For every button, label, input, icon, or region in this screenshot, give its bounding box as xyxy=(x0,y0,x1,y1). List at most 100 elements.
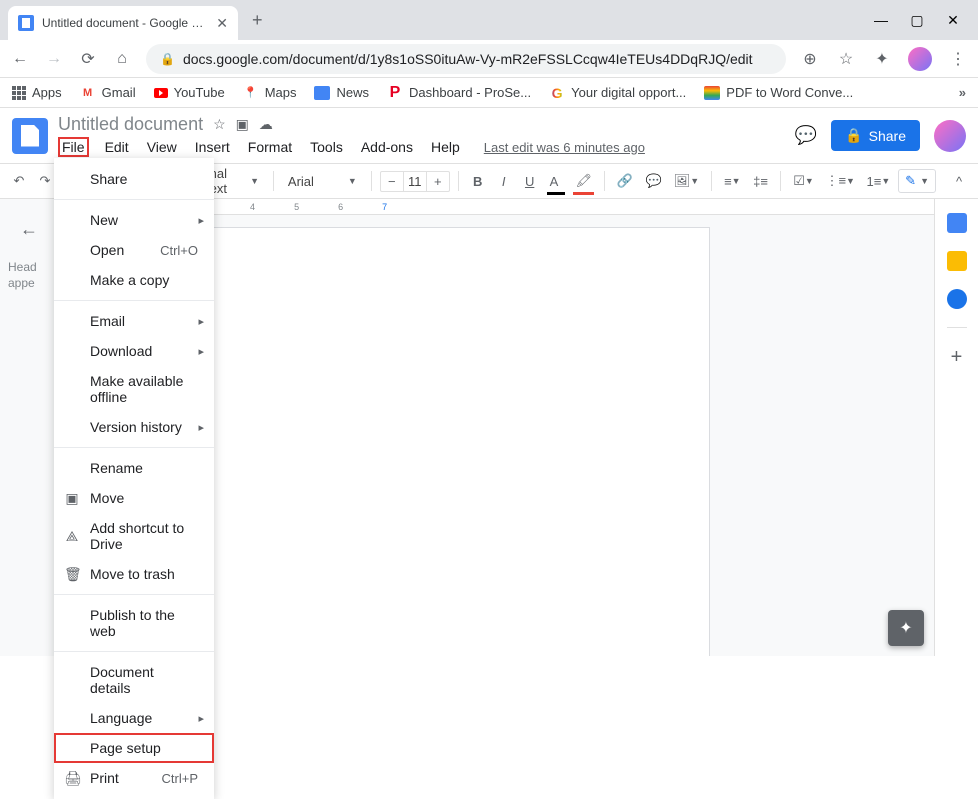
keep-icon[interactable] xyxy=(947,251,967,271)
tab-close-icon[interactable]: ✕ xyxy=(216,15,228,32)
home-button[interactable]: ⌂ xyxy=(112,50,132,68)
outline-collapse-icon[interactable]: ← xyxy=(20,219,57,240)
bookmark-label: Apps xyxy=(32,85,62,100)
bookmark-gmail[interactable]: M Gmail xyxy=(80,85,136,101)
bookmarks-bar: Apps M Gmail YouTube 📍 Maps News P Dashb… xyxy=(0,78,978,108)
menu-item-new[interactable]: New xyxy=(54,205,214,235)
undo-button[interactable]: ↶ xyxy=(8,169,30,193)
highlight-button[interactable]: 🖍 xyxy=(571,169,596,193)
menu-help[interactable]: Help xyxy=(429,137,462,157)
menu-item-page-setup[interactable]: Page setup xyxy=(54,733,214,763)
google-news-icon xyxy=(314,86,330,100)
bookmark-star-icon[interactable]: ☆ xyxy=(836,49,856,69)
zoom-icon[interactable]: ⊕ xyxy=(800,49,820,69)
share-label: Share xyxy=(869,128,906,144)
bookmark-youtube[interactable]: YouTube xyxy=(154,85,225,100)
menu-item-document-details[interactable]: Document details xyxy=(54,657,214,703)
document-title[interactable]: Untitled document xyxy=(58,114,203,135)
underline-button[interactable]: U xyxy=(519,170,541,193)
font-size-decrease[interactable]: − xyxy=(381,172,403,191)
insert-link-button[interactable]: 🔗 xyxy=(613,169,638,193)
menu-item-offline[interactable]: Make available offline xyxy=(54,366,214,412)
browser-tab[interactable]: Untitled document - Google Doc ✕ xyxy=(8,6,238,40)
forward-button: → xyxy=(44,50,64,68)
bookmark-digital[interactable]: G Your digital opport... xyxy=(549,85,686,101)
checklist-button[interactable]: ☑▼ xyxy=(789,169,818,193)
collapse-toolbar-icon[interactable]: ^ xyxy=(948,170,970,193)
star-icon[interactable]: ☆ xyxy=(213,116,226,133)
minimize-button[interactable]: — xyxy=(874,12,888,29)
bookmark-dashboard[interactable]: P Dashboard - ProSe... xyxy=(387,85,531,101)
menu-edit[interactable]: Edit xyxy=(103,137,131,157)
docs-logo-icon[interactable] xyxy=(12,118,48,154)
add-addon-icon[interactable]: + xyxy=(951,346,963,369)
lock-icon: 🔒 xyxy=(845,127,862,144)
reload-button[interactable]: ⟳ xyxy=(78,49,98,69)
bookmark-label: YouTube xyxy=(174,85,225,100)
comments-icon[interactable]: 💬 xyxy=(795,125,817,146)
menu-format[interactable]: Format xyxy=(246,137,294,157)
back-button[interactable]: ← xyxy=(10,50,30,68)
menu-item-share[interactable]: Share xyxy=(54,164,214,194)
address-bar[interactable]: 🔒 docs.google.com/document/d/1y8s1oSS0it… xyxy=(146,44,786,74)
move-to-folder-icon[interactable]: ▣ xyxy=(236,116,249,133)
bookmark-pdf[interactable]: PDF to Word Conve... xyxy=(704,85,853,100)
menu-tools[interactable]: Tools xyxy=(308,137,345,157)
menu-item-print[interactable]: 🖨PrintCtrl+P xyxy=(54,763,214,793)
menu-item-rename[interactable]: Rename xyxy=(54,453,214,483)
text-color-button[interactable]: A xyxy=(545,170,567,193)
browser-menu-icon[interactable]: ⋮ xyxy=(948,49,968,69)
browser-toolbar: ← → ⟳ ⌂ 🔒 docs.google.com/document/d/1y8… xyxy=(0,40,978,78)
menu-item-download[interactable]: Download xyxy=(54,336,214,366)
insert-image-button[interactable]: 🖼▼ xyxy=(670,169,703,193)
numbered-list-button[interactable]: 1≡▼ xyxy=(863,170,895,193)
font-size-increase[interactable]: + xyxy=(427,172,449,191)
menu-addons[interactable]: Add-ons xyxy=(359,137,415,157)
menu-view[interactable]: View xyxy=(145,137,179,157)
menu-item-language[interactable]: Language xyxy=(54,703,214,733)
pencil-icon: ✎ xyxy=(905,173,916,189)
account-avatar-icon[interactable] xyxy=(934,120,966,152)
bookmark-label: Dashboard - ProSe... xyxy=(409,85,531,100)
folder-move-icon: ▣ xyxy=(64,490,80,507)
calendar-icon[interactable] xyxy=(947,213,967,233)
bulleted-list-button[interactable]: ⋮≡▼ xyxy=(822,169,859,193)
menu-item-make-copy[interactable]: Make a copy xyxy=(54,265,214,295)
bookmarks-overflow-icon[interactable]: » xyxy=(959,85,966,100)
explore-button[interactable]: ✦ xyxy=(888,610,924,646)
menu-item-move[interactable]: ▣Move xyxy=(54,483,214,513)
menu-file[interactable]: File xyxy=(58,137,89,157)
bookmark-news[interactable]: News xyxy=(314,85,369,100)
print-icon: 🖨 xyxy=(64,770,80,787)
menu-item-open[interactable]: OpenCtrl+O xyxy=(54,235,214,265)
last-edit-link[interactable]: Last edit was 6 minutes ago xyxy=(484,140,645,155)
profile-avatar-icon[interactable] xyxy=(908,47,932,71)
menu-insert[interactable]: Insert xyxy=(193,137,232,157)
menu-item-version-history[interactable]: Version history xyxy=(54,412,214,442)
cloud-status-icon[interactable]: ☁ xyxy=(259,116,273,133)
share-button[interactable]: 🔒 Share xyxy=(831,120,920,151)
bookmark-apps[interactable]: Apps xyxy=(12,85,62,100)
menu-item-publish[interactable]: Publish to the web xyxy=(54,600,214,646)
align-button[interactable]: ≡▼ xyxy=(720,170,745,193)
browser-tab-strip: Untitled document - Google Doc ✕ + — ▢ ✕ xyxy=(0,0,978,40)
redo-button[interactable]: ↷ xyxy=(34,169,56,193)
insert-comment-button[interactable]: 💬 xyxy=(641,169,666,193)
line-spacing-button[interactable]: ‡≡ xyxy=(749,170,772,193)
maximize-button[interactable]: ▢ xyxy=(910,12,924,29)
italic-button[interactable]: I xyxy=(493,170,515,193)
bold-button[interactable]: B xyxy=(467,170,489,193)
side-panel: + xyxy=(934,199,978,656)
extensions-icon[interactable]: ✦ xyxy=(872,49,892,69)
url-text: docs.google.com/document/d/1y8s1oSS0ituA… xyxy=(183,51,753,67)
editing-mode-button[interactable]: ✎ ▼ xyxy=(898,169,936,193)
close-window-button[interactable]: ✕ xyxy=(946,12,960,29)
menu-item-add-shortcut[interactable]: ⟁Add shortcut to Drive xyxy=(54,513,214,559)
menu-item-email[interactable]: Email xyxy=(54,306,214,336)
menu-item-trash[interactable]: 🗑Move to trash xyxy=(54,559,214,589)
font-size-value[interactable]: 11 xyxy=(403,172,427,191)
new-tab-button[interactable]: + xyxy=(252,10,263,31)
tasks-icon[interactable] xyxy=(947,289,967,309)
bookmark-maps[interactable]: 📍 Maps xyxy=(243,85,297,101)
font-select[interactable]: Arial ▼ xyxy=(282,172,363,191)
